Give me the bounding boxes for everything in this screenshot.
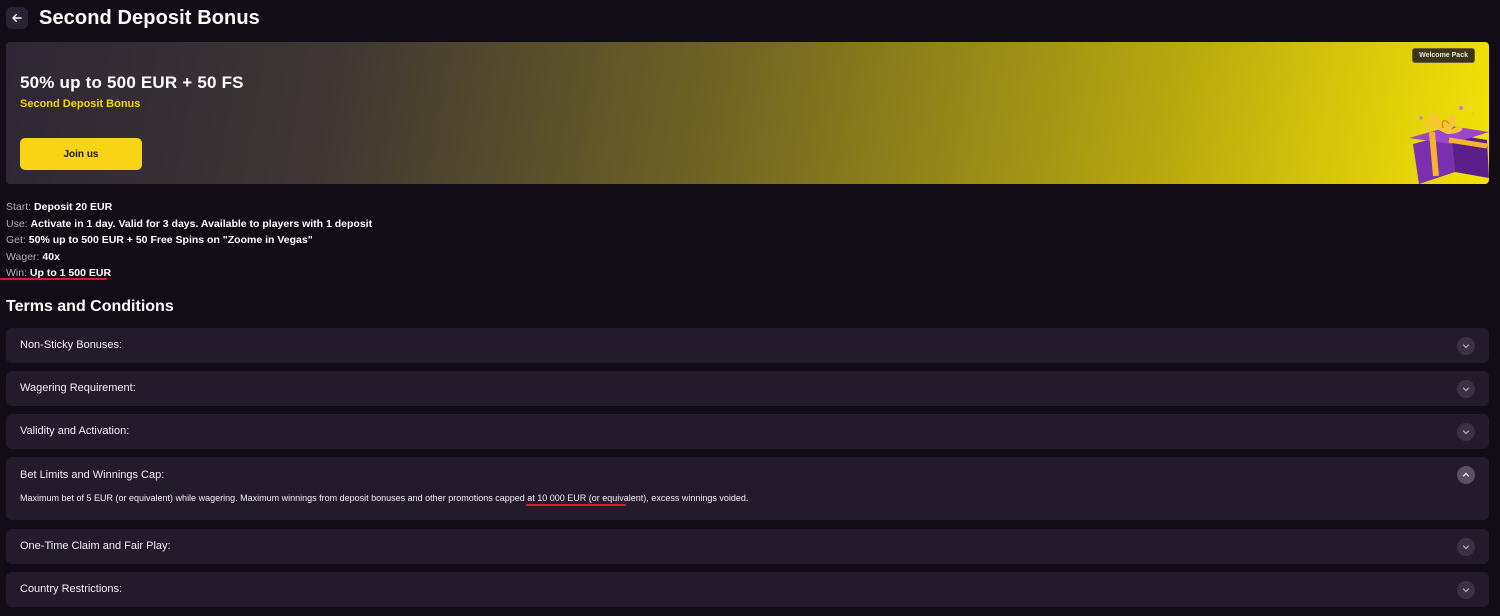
back-button[interactable] — [6, 7, 28, 29]
page-title: Second Deposit Bonus — [39, 6, 260, 29]
accordion-label: Country Restrictions: — [20, 583, 123, 595]
info-use: Use: Activate in 1 day. Valid for 3 days… — [6, 217, 373, 230]
join-us-button[interactable]: Join us — [20, 138, 142, 170]
accordion-bet-limits-winnings-cap[interactable]: Bet Limits and Winnings Cap: Maximum bet… — [6, 457, 1489, 520]
arrow-left-icon — [12, 13, 22, 23]
chevron-down-icon[interactable] — [1457, 538, 1475, 556]
chevron-down-icon[interactable] — [1457, 337, 1475, 355]
terms-heading: Terms and Conditions — [6, 298, 174, 315]
accordion-wagering-requirement[interactable]: Wagering Requirement: — [6, 371, 1489, 406]
info-get: Get: 50% up to 500 EUR + 50 Free Spins o… — [6, 234, 313, 246]
accordion-one-time-claim[interactable]: One-Time Claim and Fair Play: — [6, 529, 1489, 564]
cap-highlight-underline — [526, 504, 626, 506]
info-wager: Wager: 40x — [6, 250, 60, 263]
win-highlight-underline — [0, 278, 107, 280]
bonus-details: Start: Deposit 20 EUR Use: Activate in 1… — [6, 199, 372, 282]
promo-banner: 50% up to 500 EUR + 50 FS Second Deposit… — [6, 42, 1489, 184]
banner-headline: 50% up to 500 EUR + 50 FS — [20, 73, 244, 92]
accordion-label: Validity and Activation: — [20, 425, 130, 437]
accordion-non-sticky-bonuses[interactable]: Non-Sticky Bonuses: — [6, 328, 1489, 363]
accordion-label: Bet Limits and Winnings Cap: — [20, 469, 165, 481]
accordion-content: Maximum bet of 5 EUR (or equivalent) whi… — [20, 493, 749, 503]
chevron-down-icon[interactable] — [1457, 423, 1475, 441]
gift-box-icon — [1409, 106, 1489, 184]
chevron-down-icon[interactable] — [1457, 380, 1475, 398]
accordion-validity-activation[interactable]: Validity and Activation: — [6, 414, 1489, 449]
banner-subtitle: Second Deposit Bonus — [20, 98, 141, 110]
accordion-label: Non-Sticky Bonuses: — [20, 339, 123, 351]
accordion-country-restrictions[interactable]: Country Restrictions: — [6, 572, 1489, 607]
page-header: Second Deposit Bonus — [6, 6, 260, 30]
welcome-pack-badge: Welcome Pack — [1412, 48, 1475, 63]
accordion-label: Wagering Requirement: — [20, 382, 136, 394]
chevron-down-icon[interactable] — [1457, 581, 1475, 599]
info-start: Start: Deposit 20 EUR — [6, 201, 113, 213]
chevron-up-icon[interactable] — [1457, 466, 1475, 484]
accordion-label: One-Time Claim and Fair Play: — [20, 540, 171, 552]
